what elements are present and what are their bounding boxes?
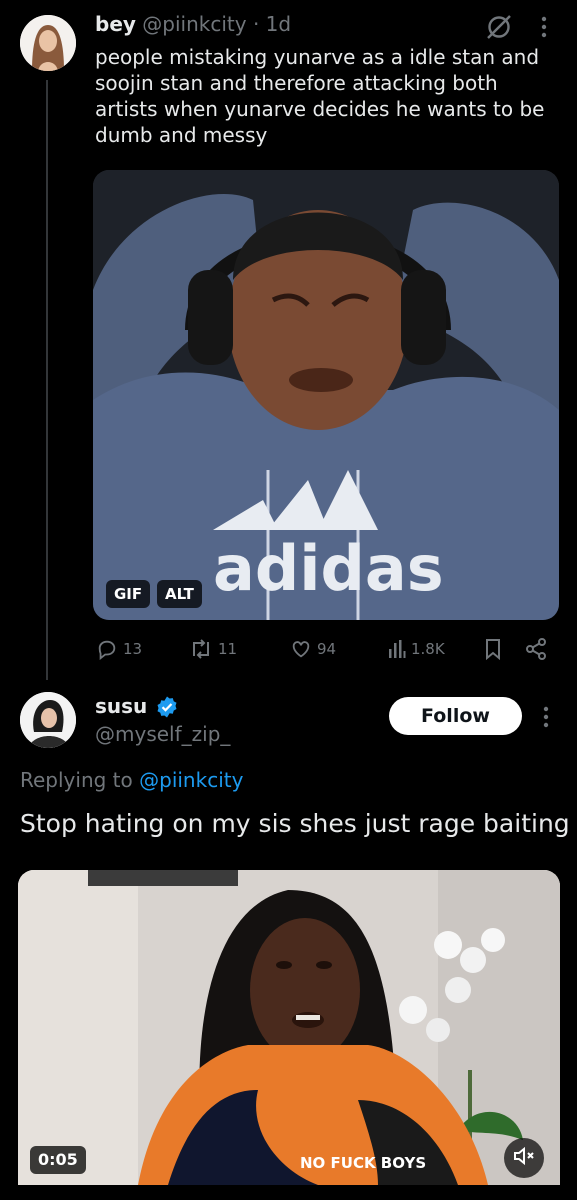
follow-button[interactable]: Follow <box>389 697 522 735</box>
author-handle[interactable]: @piinkcity <box>142 12 246 36</box>
share-icon <box>524 637 548 661</box>
avatar[interactable] <box>20 692 76 748</box>
gif-badge: GIF <box>106 580 151 608</box>
bookmark-button[interactable] <box>484 636 502 662</box>
repost-icon <box>189 638 213 660</box>
views-button[interactable]: 1.8K <box>388 636 445 662</box>
tweet-text: Stop hating on my sis shes just rage bai… <box>20 809 570 838</box>
author-name[interactable]: susu <box>95 694 147 718</box>
like-icon <box>290 638 312 660</box>
reply-count: 13 <box>123 640 143 658</box>
views-count: 1.8K <box>411 640 445 658</box>
like-button[interactable]: 94 <box>290 636 336 662</box>
tweet-gif[interactable]: adidas <box>93 170 559 620</box>
author-handle[interactable]: @myself_zip_ <box>95 722 230 746</box>
mute-icon <box>512 1145 536 1171</box>
repost-count: 11 <box>218 640 238 658</box>
alt-badge[interactable]: ALT <box>157 580 202 608</box>
reply-icon <box>96 638 118 660</box>
reply-button[interactable]: 13 <box>96 636 142 662</box>
video-duration: 0:05 <box>30 1146 86 1174</box>
bookmark-icon <box>484 638 502 660</box>
thread-line <box>46 80 48 680</box>
tweet-time[interactable]: 1d <box>266 12 291 36</box>
repost-button[interactable]: 11 <box>189 636 237 662</box>
tweet-thread: bey @piinkcity · 1d people mistaking yun… <box>0 0 577 1200</box>
tweet-text: people mistaking yunarve as a idle stan … <box>95 45 545 147</box>
like-count: 94 <box>317 640 337 658</box>
avatar[interactable] <box>20 15 76 71</box>
verified-badge-icon <box>155 695 179 719</box>
views-icon <box>388 639 406 659</box>
mute-button[interactable] <box>504 1138 544 1178</box>
shirt-text: NO FUCK BOYS <box>300 1154 426 1172</box>
hoodie-logo-text: adidas <box>213 532 444 605</box>
more-icon[interactable] <box>539 704 553 730</box>
tweet-header: bey @piinkcity · 1d <box>95 12 291 36</box>
tweet-video[interactable]: NO FUCK BOYS <box>18 870 560 1185</box>
grok-icon[interactable] <box>484 12 514 42</box>
author-name[interactable]: bey <box>95 12 136 36</box>
separator: · <box>252 12 260 36</box>
replying-prefix: Replying to <box>20 768 133 792</box>
replying-to: Replying to @piinkcity <box>20 768 243 792</box>
share-button[interactable] <box>524 636 548 662</box>
more-icon[interactable] <box>537 14 551 40</box>
replying-mention[interactable]: @piinkcity <box>139 768 243 792</box>
